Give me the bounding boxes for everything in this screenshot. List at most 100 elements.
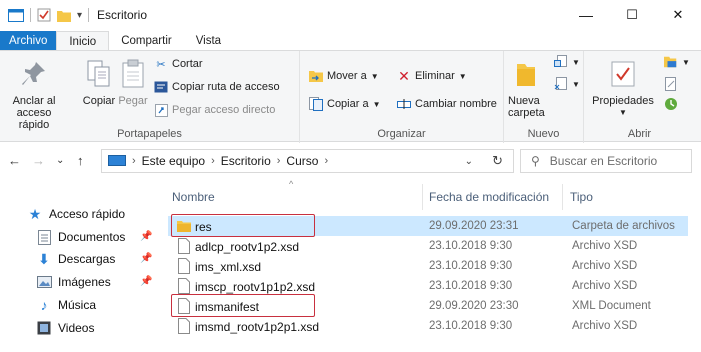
column-separator[interactable] xyxy=(422,184,423,210)
nav-item-videos[interactable]: Videos xyxy=(36,320,94,336)
nav-item-documentos[interactable]: Documentos xyxy=(36,229,125,245)
easy-access-icon xyxy=(554,77,568,91)
breadcrumb-este-equipo[interactable]: Este equipo xyxy=(142,154,205,168)
properties-icon xyxy=(607,57,639,91)
new-item-icon xyxy=(554,55,568,69)
new-folder-quick-icon[interactable] xyxy=(57,9,71,22)
pin-icon xyxy=(18,57,50,91)
file-name: ims_xml.xsd xyxy=(195,260,262,274)
pin-icon[interactable]: 📌 xyxy=(140,253,152,264)
up-arrow-icon[interactable]: ↑ xyxy=(77,153,84,168)
paste-shortcut-button[interactable]: Pegar acceso directo xyxy=(154,103,275,117)
rename-button[interactable]: Cambiar nombre xyxy=(397,97,497,111)
pictures-icon xyxy=(36,274,52,290)
pin-quick-access-button[interactable]: Anclar al acceso rápido xyxy=(6,57,62,131)
paste-button[interactable]: Pegar xyxy=(116,57,150,107)
minimize-button[interactable]: — xyxy=(563,0,609,30)
breadcrumb-chevron-icon[interactable]: › xyxy=(132,155,136,167)
open-button[interactable]: ▼ xyxy=(664,55,690,69)
refresh-icon[interactable]: ↻ xyxy=(492,153,503,169)
chevron-down-icon: ▼ xyxy=(458,71,467,81)
this-pc-icon xyxy=(108,155,126,166)
address-bar[interactable]: › Este equipo › Escritorio › Curso › ⌄ ↻ xyxy=(101,149,514,173)
breadcrumb-chevron-icon[interactable]: › xyxy=(277,155,281,167)
tab-inicio[interactable]: Inicio xyxy=(56,31,110,51)
pin-icon[interactable]: 📌 xyxy=(140,276,152,287)
column-header-type[interactable]: Tipo xyxy=(570,190,593,204)
file-type: Carpeta de archivos xyxy=(572,220,675,232)
tab-vista[interactable]: Vista xyxy=(184,31,233,51)
file-type: Archivo XSD xyxy=(572,280,638,292)
table-row[interactable]: imscp_rootv1p1p2.xsd 23.10.2018 9:30 Arc… xyxy=(168,276,688,296)
breadcrumb-chevron-icon[interactable]: › xyxy=(324,155,328,167)
table-row[interactable]: res 29.09.2020 23:31 Carpeta de archivos xyxy=(168,216,688,236)
column-separator[interactable] xyxy=(562,184,563,210)
recent-locations-chevron-icon[interactable]: ⌄ xyxy=(56,155,64,166)
column-header-date[interactable]: Fecha de modificación xyxy=(429,190,549,204)
tab-compartir[interactable]: Compartir xyxy=(109,31,183,51)
back-arrow-icon[interactable]: ← xyxy=(8,153,21,168)
file-name: adlcp_rootv1p2.xsd xyxy=(195,240,300,254)
edit-button[interactable] xyxy=(664,77,678,91)
documents-icon xyxy=(36,229,52,245)
file-date: 23.10.2018 9:30 xyxy=(429,240,513,252)
copy-label: Copiar xyxy=(82,95,116,107)
column-header-name[interactable]: Nombre xyxy=(172,190,215,204)
separator xyxy=(88,8,90,22)
new-folder-label-1: Nueva xyxy=(508,95,540,107)
pin-icon[interactable]: 📌 xyxy=(140,231,152,242)
separator xyxy=(30,8,31,22)
address-dropdown-icon[interactable]: ⌄ xyxy=(465,156,473,167)
nav-item-label: Descargas xyxy=(58,252,116,266)
file-type: Archivo XSD xyxy=(572,240,638,252)
delete-button[interactable]: ✕ Eliminar ▼ xyxy=(397,67,467,84)
table-row[interactable]: imsmd_rootv1p2p1.xsd 23.10.2018 9:30 Arc… xyxy=(168,316,688,336)
properties-button[interactable]: Propiedades ▼ xyxy=(590,57,656,119)
table-row[interactable]: imsmanifest 29.09.2020 23:30 XML Documen… xyxy=(168,296,688,316)
chevron-down-icon: ▼ xyxy=(372,99,381,109)
table-row[interactable]: ims_xml.xsd 23.10.2018 9:30 Archivo XSD xyxy=(168,256,688,276)
group-label-abrir: Abrir xyxy=(627,128,652,140)
breadcrumb-chevron-icon[interactable]: › xyxy=(211,155,215,167)
delete-label: Eliminar xyxy=(415,70,455,82)
move-folder-icon xyxy=(309,69,323,83)
group-label-portapapeles: Portapapeles xyxy=(117,128,182,140)
table-row[interactable]: adlcp_rootv1p2.xsd 23.10.2018 9:30 Archi… xyxy=(168,236,688,256)
move-to-button[interactable]: Mover a ▼ xyxy=(309,69,379,83)
nav-item-label: Imágenes xyxy=(58,275,111,289)
tab-archivo[interactable]: Archivo xyxy=(0,31,57,51)
customize-toolbar-chevron-icon[interactable]: ▾ xyxy=(77,10,82,21)
rename-icon xyxy=(397,97,411,111)
history-button[interactable] xyxy=(664,97,678,111)
maximize-button[interactable]: ☐ xyxy=(609,0,655,30)
nav-item-imagenes[interactable]: Imágenes xyxy=(36,274,111,290)
new-item-button[interactable]: ▼ xyxy=(554,55,580,69)
easy-access-button[interactable]: ▼ xyxy=(554,77,580,91)
file-name: imscp_rootv1p1p2.xsd xyxy=(195,280,316,294)
copy-button[interactable]: Copiar xyxy=(82,57,116,107)
file-name: imsmd_rootv1p2p1.xsd xyxy=(195,320,320,334)
star-icon: ★ xyxy=(28,205,42,222)
folder-icon xyxy=(177,221,191,232)
delete-x-icon: ✕ xyxy=(398,67,410,84)
title-bar: ▾ Escritorio — ☐ ✕ xyxy=(0,0,701,31)
properties-quick-icon[interactable] xyxy=(37,8,51,22)
nav-item-descargas[interactable]: ⬇ Descargas xyxy=(36,251,115,267)
copy-to-button[interactable]: Copiar a ▼ xyxy=(309,97,381,111)
search-box[interactable]: ⚲ Buscar en Escritorio xyxy=(520,149,692,173)
new-folder-button[interactable]: Nueva carpeta xyxy=(508,57,548,119)
chevron-down-icon: ▼ xyxy=(682,57,690,67)
music-icon: ♪ xyxy=(40,297,48,313)
close-button[interactable]: ✕ xyxy=(655,0,701,30)
breadcrumb-escritorio[interactable]: Escritorio xyxy=(221,154,271,168)
breadcrumb-curso[interactable]: Curso xyxy=(286,154,318,168)
forward-arrow-icon[interactable]: → xyxy=(32,153,45,168)
navigation-pane: ★ Acceso rápido Documentos 📌 ⬇ Descargas… xyxy=(0,180,160,352)
nav-item-musica[interactable]: ♪ Música xyxy=(36,297,97,313)
file-icon xyxy=(178,278,190,294)
copy-path-button[interactable]: Copiar ruta de acceso xyxy=(154,80,280,94)
nav-item-acceso-rapido[interactable]: ★ Acceso rápido xyxy=(27,206,125,222)
cut-button[interactable]: ✂ Cortar xyxy=(154,57,202,71)
new-folder-icon xyxy=(508,57,544,91)
explorer-window-icon xyxy=(8,8,24,22)
